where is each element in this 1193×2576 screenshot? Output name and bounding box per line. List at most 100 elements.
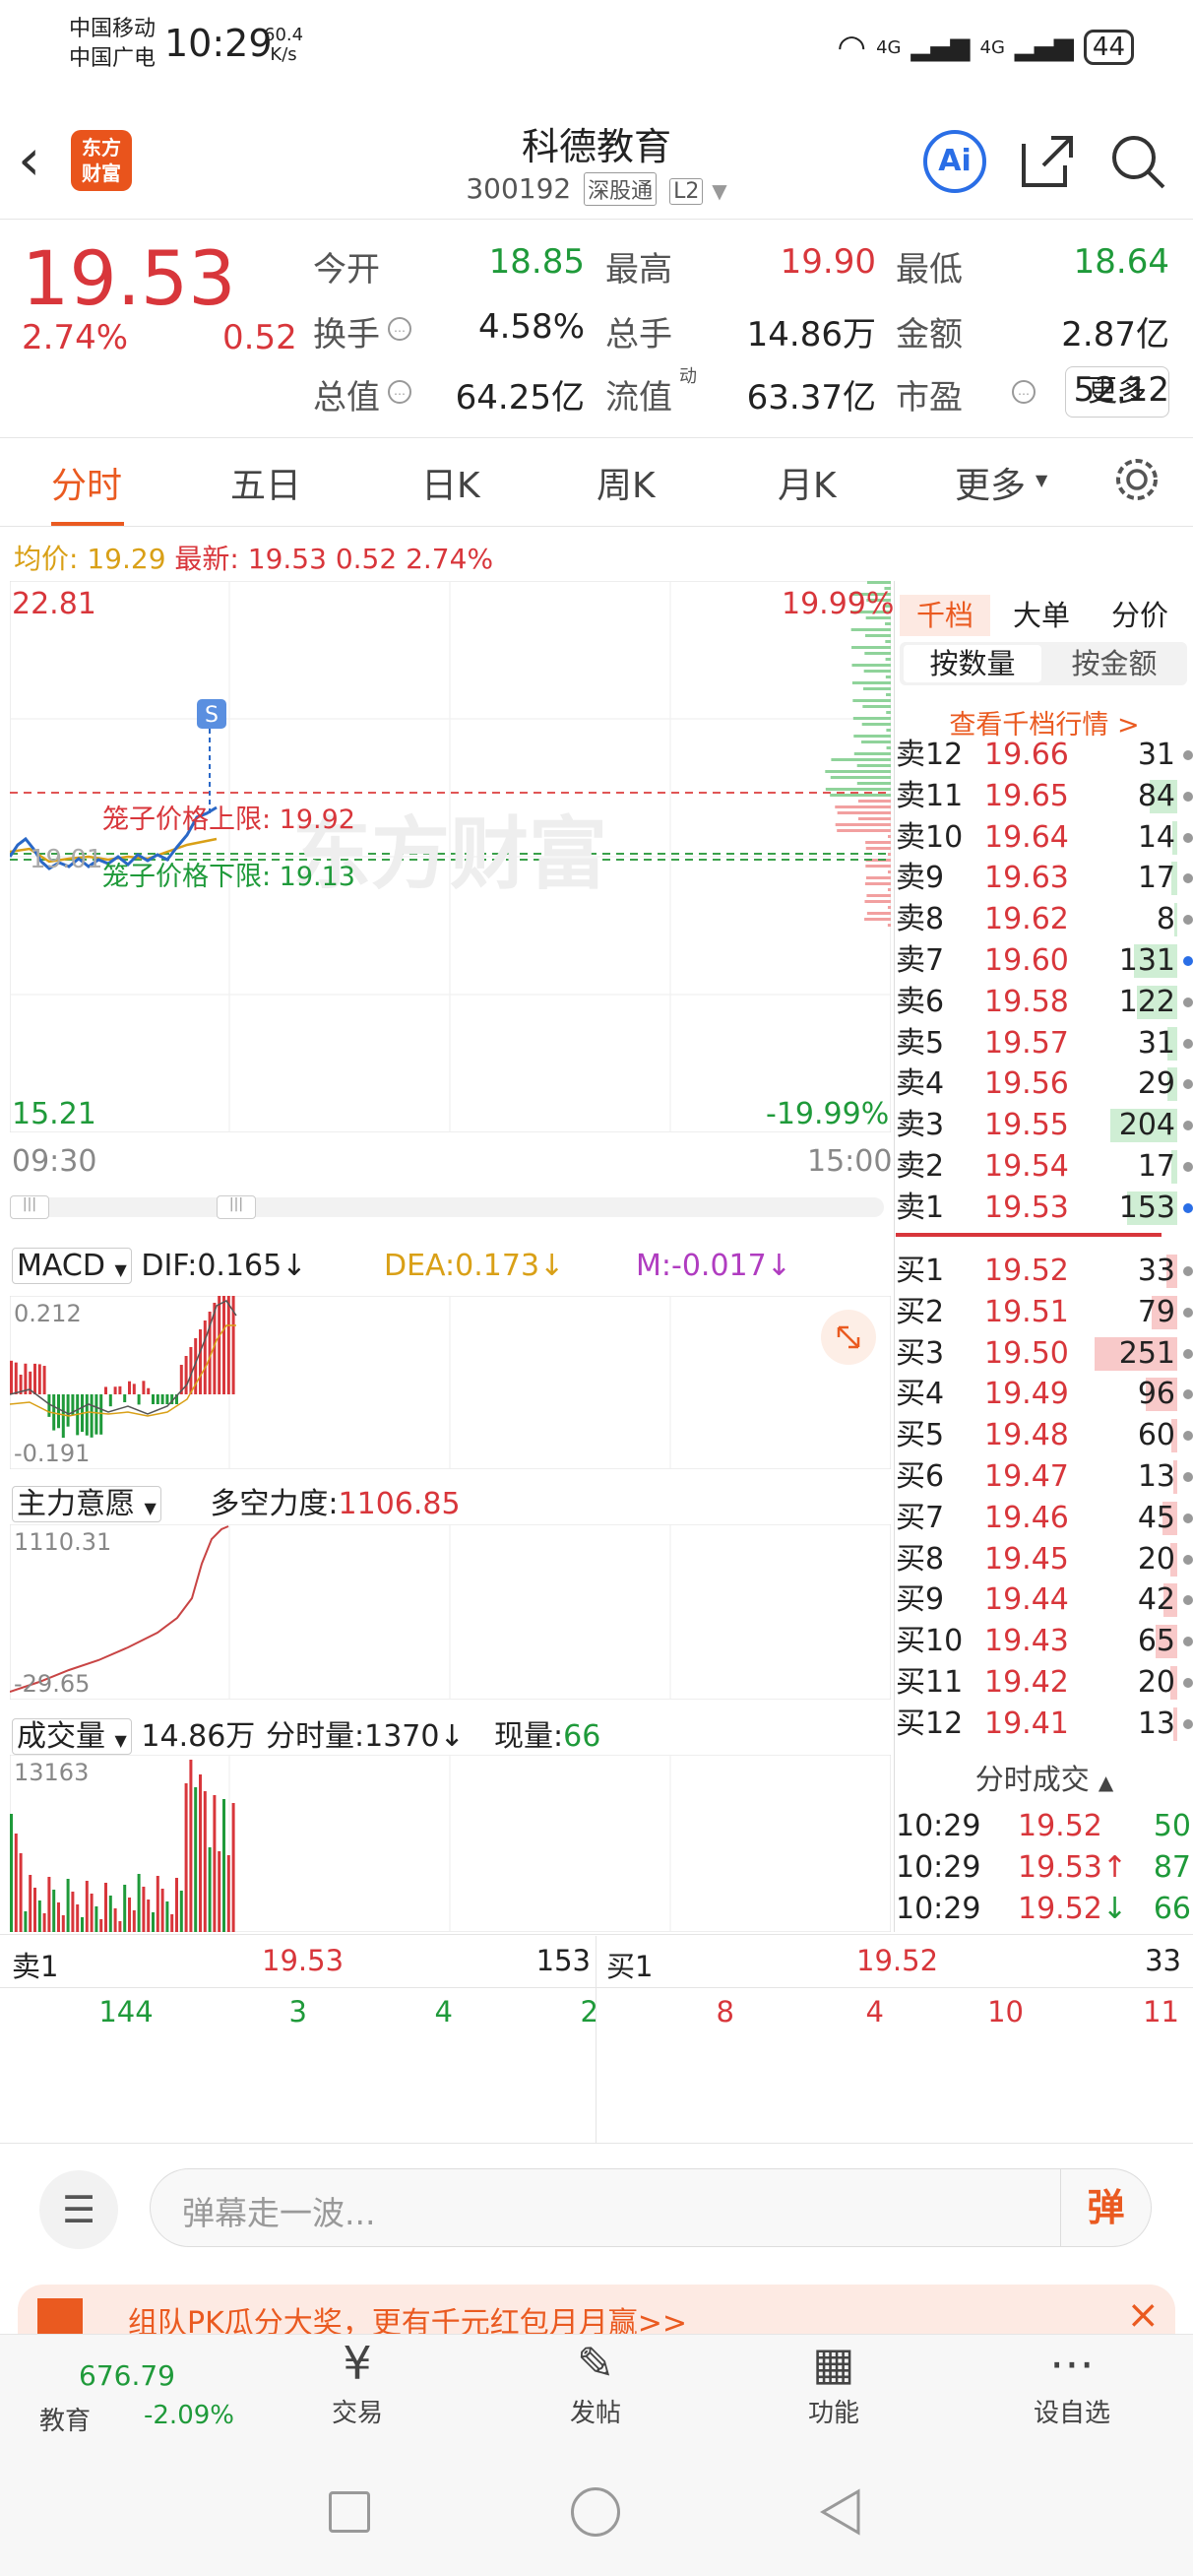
tab-fenjia[interactable]: 分价 bbox=[1093, 595, 1187, 636]
quote-label-3: 换手 bbox=[313, 307, 380, 355]
volume-bar bbox=[189, 1760, 192, 1932]
volume-bar bbox=[227, 1855, 230, 1932]
mode-by-amount[interactable]: 按金额 bbox=[1045, 645, 1183, 682]
tab-5[interactable]: 更多 bbox=[955, 457, 1026, 508]
book-dot bbox=[1183, 873, 1193, 883]
force-select[interactable]: 主力意愿 ▼ bbox=[12, 1486, 161, 1522]
macd-header: MACD ▼ DIF:0.165↓ DEA:0.173↓ M:-0.017↓ bbox=[12, 1249, 888, 1283]
vol-top: 13163 bbox=[14, 1759, 89, 1786]
tab-3[interactable]: 周K bbox=[596, 457, 656, 508]
quote-label-1: 最高 bbox=[605, 242, 672, 290]
back-button[interactable] bbox=[817, 2487, 862, 2537]
book-level: 卖3 bbox=[896, 1105, 944, 1146]
search-icon[interactable] bbox=[1106, 130, 1169, 193]
chat-icon[interactable]: ☰ bbox=[39, 2170, 118, 2249]
depth-profile-bar bbox=[853, 735, 891, 738]
ticks-header[interactable]: 分时成交 ▲ bbox=[896, 1757, 1193, 1798]
book-dot bbox=[1183, 1121, 1193, 1130]
quote-value-7: 63.37亿 bbox=[747, 370, 876, 419]
vol-header: 成交量 ▼ 14.86万 分时量:1370↓ 现量:66 bbox=[12, 1711, 888, 1755]
depth-profile-bar bbox=[886, 729, 891, 732]
tab-1[interactable]: 五日 bbox=[230, 457, 301, 508]
range-slider[interactable]: ||| ||| bbox=[10, 1197, 884, 1217]
macd-select[interactable]: MACD ▼ bbox=[12, 1248, 132, 1284]
battery: 44 bbox=[1084, 30, 1134, 65]
macd-bar bbox=[86, 1394, 89, 1436]
info-icon[interactable]: … bbox=[388, 317, 411, 341]
ask-row-11[interactable]: 卖1 19.53 153 bbox=[896, 1188, 1193, 1229]
book-level: 买3 bbox=[896, 1333, 944, 1375]
ask-row-7[interactable]: 卖5 19.57 31 bbox=[896, 1023, 1193, 1064]
range-handle-left[interactable]: ||| bbox=[10, 1195, 49, 1219]
tab-2[interactable]: 日K bbox=[421, 457, 480, 508]
book-volume: 131 bbox=[1119, 940, 1175, 982]
ask-row-4[interactable]: 卖8 19.62 8 bbox=[896, 899, 1193, 940]
range-handle-right[interactable]: ||| bbox=[217, 1195, 256, 1219]
stock-code-line[interactable]: 300192 深股通 L2 ▼ bbox=[0, 172, 1193, 206]
macd-bar bbox=[99, 1394, 102, 1435]
bid-row-7[interactable]: 买8 19.45 20 bbox=[896, 1539, 1193, 1580]
force-bot: -29.65 bbox=[14, 1670, 90, 1698]
tab-qiandang[interactable]: 千档 bbox=[900, 595, 990, 636]
depth-profile-bar bbox=[837, 829, 891, 832]
quote-label-7: 流值 bbox=[605, 370, 672, 419]
ask-row-5[interactable]: 卖7 19.60 131 bbox=[896, 940, 1193, 982]
tab-4[interactable]: 月K bbox=[778, 457, 837, 508]
stock-name: 科德教育 bbox=[0, 116, 1193, 170]
volume-bar bbox=[38, 1900, 41, 1932]
bid-row-1[interactable]: 买2 19.51 79 bbox=[896, 1292, 1193, 1333]
nav-item-2[interactable]: ▦ 功能 bbox=[715, 2334, 953, 2429]
ask-row-8[interactable]: 卖4 19.56 29 bbox=[896, 1063, 1193, 1105]
home-button[interactable] bbox=[571, 2487, 620, 2537]
bid-row-11[interactable]: 买12 19.41 13 bbox=[896, 1704, 1193, 1745]
info-icon[interactable]: … bbox=[388, 380, 411, 404]
nav-item-1[interactable]: ✎ 发帖 bbox=[476, 2334, 715, 2429]
ask-row-3[interactable]: 卖9 19.63 17 bbox=[896, 858, 1193, 899]
bid-row-0[interactable]: 买1 19.52 33 bbox=[896, 1251, 1193, 1292]
info-icon[interactable]: … bbox=[1012, 380, 1036, 404]
ask-row-0[interactable]: 卖12 19.66 31 bbox=[896, 735, 1193, 776]
danmu-input[interactable]: 弹幕走一波... 弹 bbox=[150, 2168, 1152, 2247]
bid-row-9[interactable]: 买10 19.43 65 bbox=[896, 1621, 1193, 1662]
gear-icon[interactable] bbox=[1112, 455, 1162, 504]
ask-row-2[interactable]: 卖10 19.64 14 bbox=[896, 817, 1193, 859]
bid-row-2[interactable]: 买3 19.50 251 bbox=[896, 1333, 1193, 1375]
ai-icon[interactable]: Ai bbox=[923, 130, 986, 193]
force-chart[interactable] bbox=[10, 1524, 891, 1700]
s-badge[interactable]: S bbox=[205, 703, 219, 728]
more-button[interactable]: 更多 bbox=[1065, 366, 1169, 418]
volume-bar bbox=[170, 1914, 173, 1932]
close-icon[interactable]: × bbox=[1126, 2292, 1160, 2336]
nav-item-0[interactable]: ¥ 交易 bbox=[238, 2334, 476, 2429]
volume-bar bbox=[104, 1883, 107, 1932]
bid-row-4[interactable]: 买5 19.48 60 bbox=[896, 1415, 1193, 1456]
volume-chart[interactable] bbox=[10, 1755, 891, 1932]
ask-row-9[interactable]: 卖3 19.55 204 bbox=[896, 1105, 1193, 1146]
bid-row-8[interactable]: 买9 19.44 42 bbox=[896, 1579, 1193, 1621]
macd-bar bbox=[128, 1382, 131, 1394]
macd-chart[interactable] bbox=[10, 1296, 891, 1469]
buy-queue-item: 8 bbox=[675, 1995, 734, 2029]
bid-row-3[interactable]: 买4 19.49 96 bbox=[896, 1374, 1193, 1415]
quote-value-2: 18.64 bbox=[1074, 242, 1169, 282]
book-level: 卖7 bbox=[896, 940, 944, 982]
trade-icon: ¥ bbox=[238, 2334, 476, 2393]
danmu-button[interactable]: 弹 bbox=[1060, 2169, 1151, 2246]
bid-row-6[interactable]: 买7 19.46 45 bbox=[896, 1498, 1193, 1539]
quote-value-1: 19.90 bbox=[781, 242, 876, 282]
tab-0[interactable]: 分时 bbox=[51, 457, 122, 508]
bid-row-10[interactable]: 买11 19.42 20 bbox=[896, 1662, 1193, 1704]
ask-row-1[interactable]: 卖11 19.65 84 bbox=[896, 776, 1193, 817]
ask-row-10[interactable]: 卖2 19.54 17 bbox=[896, 1146, 1193, 1188]
volume-bar bbox=[91, 1894, 94, 1932]
vol-select[interactable]: 成交量 ▼ bbox=[12, 1718, 132, 1755]
recent-apps-button[interactable] bbox=[329, 2491, 370, 2533]
promo-banner[interactable]: 组队PK瓜分大奖，更有千元红包月月赢>> × bbox=[18, 2285, 1175, 2336]
nav-item-3[interactable]: ⋯ 设自选 bbox=[953, 2334, 1191, 2429]
depth-profile-bar bbox=[831, 776, 891, 779]
share-icon[interactable] bbox=[1016, 130, 1079, 193]
bid-row-5[interactable]: 买6 19.47 13 bbox=[896, 1456, 1193, 1498]
ask-row-6[interactable]: 卖6 19.58 122 bbox=[896, 982, 1193, 1023]
tab-dadan[interactable]: 大单 bbox=[994, 595, 1089, 636]
mode-by-qty[interactable]: 按数量 bbox=[904, 645, 1041, 682]
